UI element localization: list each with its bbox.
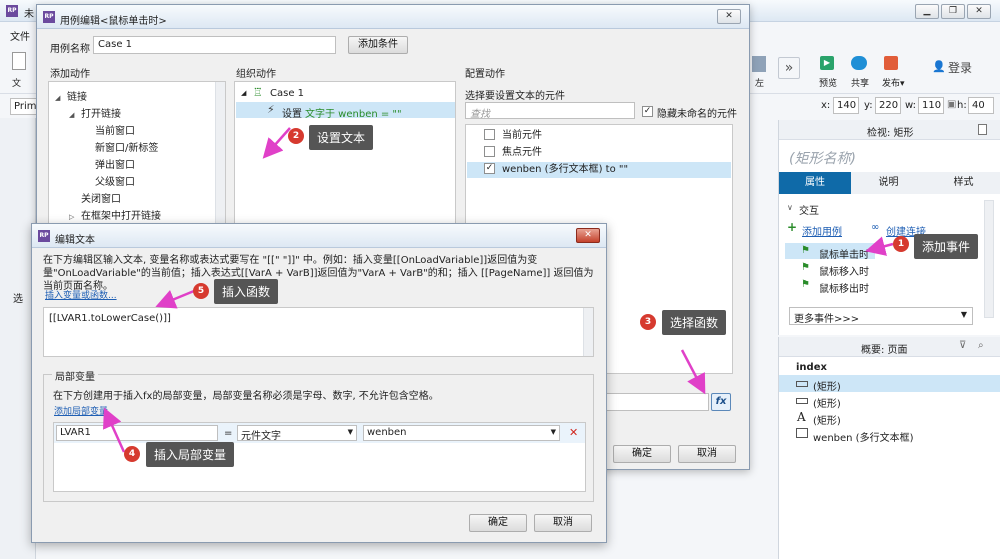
- annotation-1-label: 添加事件: [914, 234, 979, 259]
- annotation-1-number: 1: [893, 236, 909, 252]
- annotation-3-number: 3: [640, 314, 656, 330]
- annotation-2-label: 设置文本: [309, 125, 374, 150]
- annotation-5-label: 插入函数: [214, 279, 279, 304]
- arrow-5: [155, 289, 195, 309]
- annotation-4-label: 插入局部变量: [146, 442, 235, 467]
- annotation-2-number: 2: [288, 128, 304, 144]
- arrow-1: [865, 236, 894, 256]
- arrow-3: [680, 349, 706, 395]
- annotation-5-number: 5: [193, 283, 209, 299]
- annotation-4-number: 4: [124, 446, 140, 462]
- arrow-2: [262, 127, 291, 159]
- annotation-3-label: 选择函数: [662, 310, 727, 335]
- arrow-4: [103, 407, 126, 453]
- annotation-arrows: [103, 127, 894, 453]
